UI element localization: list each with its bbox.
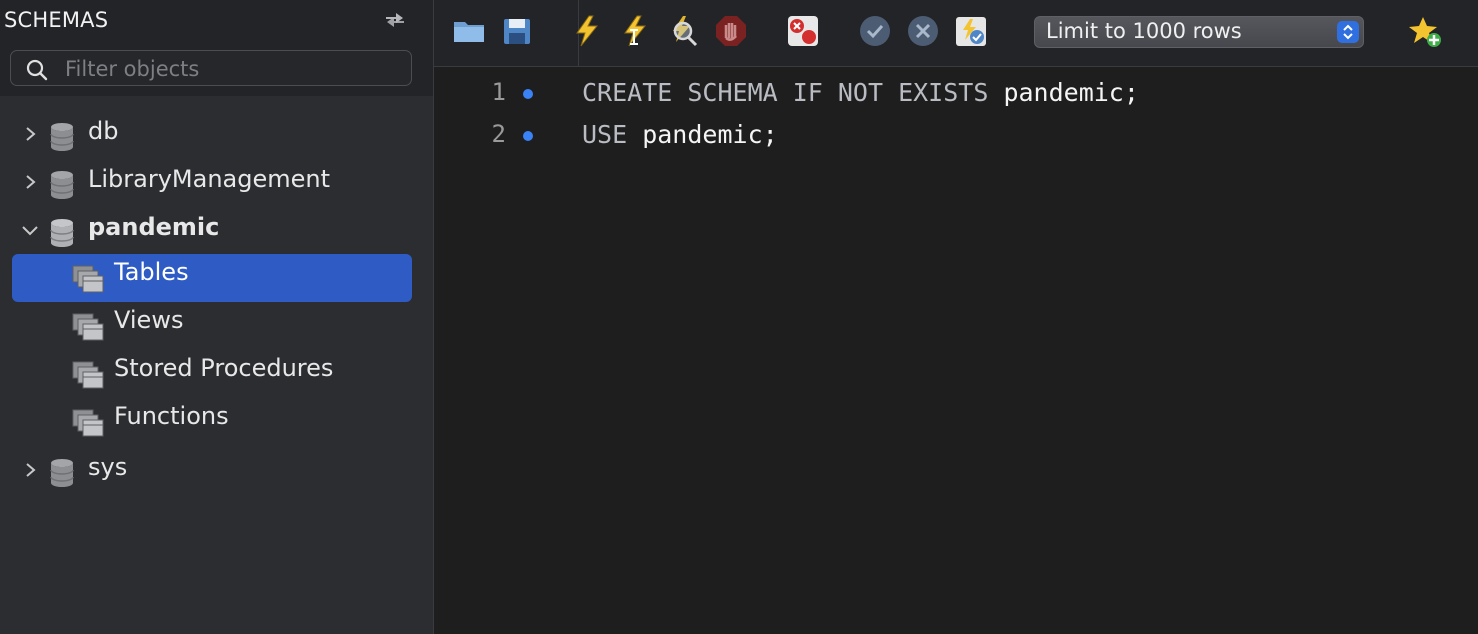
database-icon [50, 123, 74, 151]
sidebar-header: SCHEMAS [0, 0, 433, 96]
tree-item-label: Tables [114, 258, 189, 286]
select-arrows-icon [1337, 21, 1359, 43]
stop-icon[interactable] [714, 14, 748, 48]
commit-icon[interactable] [858, 14, 892, 48]
tree-item-functions[interactable]: Functions [0, 398, 433, 446]
schema-label: LibraryManagement [88, 165, 331, 193]
filter-objects-input[interactable] [63, 53, 407, 85]
schema-label: db [88, 117, 119, 145]
line-number: 2 [491, 120, 506, 148]
code-text: USE pandemic; [582, 120, 778, 149]
chevron-right-icon[interactable] [20, 172, 40, 192]
database-icon [50, 459, 74, 487]
views-folder-icon [72, 313, 104, 341]
tree-item-stored-procedures[interactable]: Stored Procedures [0, 350, 433, 398]
limit-rows-select[interactable]: Limit to 1000 rows [1034, 16, 1364, 48]
limit-rows-value: Limit to 1000 rows [1046, 19, 1242, 43]
explain-icon[interactable] [666, 14, 700, 48]
execute-icon[interactable] [570, 14, 604, 48]
sql-editor-toolbar: Limit to 1000 rows [434, 0, 1478, 67]
schema-item-sys[interactable]: sys [0, 446, 433, 494]
schema-label: pandemic [88, 213, 220, 241]
tree-item-label: Stored Procedures [114, 354, 334, 382]
tables-folder-icon [72, 265, 104, 293]
sql-editor[interactable]: 1 CREATE SCHEMA IF NOT EXISTS pandemic; … [434, 67, 1478, 634]
rollback-icon[interactable] [906, 14, 940, 48]
schema-sidebar: SCHEMAS db [0, 0, 434, 634]
save-icon[interactable] [500, 14, 534, 48]
autocommit-icon[interactable] [954, 14, 988, 48]
chevron-right-icon[interactable] [20, 460, 40, 480]
code-text: CREATE SCHEMA IF NOT EXISTS pandemic; [582, 78, 1139, 107]
sidebar-title: SCHEMAS [4, 8, 109, 32]
chevron-right-icon[interactable] [20, 124, 40, 144]
sql-identifier: pandemic; [627, 120, 778, 149]
database-icon [50, 171, 74, 199]
code-line[interactable]: 2 USE pandemic; [434, 114, 1478, 156]
schema-item-db[interactable]: db [0, 110, 433, 158]
statement-marker-icon [523, 131, 533, 141]
refresh-icon[interactable] [382, 8, 408, 32]
schema-label: sys [88, 453, 128, 481]
execute-current-icon[interactable] [618, 14, 652, 48]
sql-identifier: pandemic; [988, 78, 1139, 107]
schema-item-librarymanagement[interactable]: LibraryManagement [0, 158, 433, 206]
tree-item-views[interactable]: Views [0, 302, 433, 350]
schema-tree: db LibraryManagement pandemic Tables Vie… [0, 110, 433, 494]
search-icon [26, 59, 48, 81]
sql-keyword: CREATE SCHEMA IF NOT EXISTS [582, 78, 989, 107]
sql-keyword: USE [582, 120, 628, 149]
code-line[interactable]: 1 CREATE SCHEMA IF NOT EXISTS pandemic; [434, 72, 1478, 114]
functions-folder-icon [72, 409, 104, 437]
add-snippet-icon[interactable] [1408, 14, 1442, 48]
tree-item-tables[interactable]: Tables [0, 254, 433, 302]
line-number: 1 [491, 78, 506, 106]
tree-item-label: Views [114, 306, 184, 334]
database-icon [50, 219, 74, 247]
statement-marker-icon [523, 89, 533, 99]
tree-item-label: Functions [114, 402, 229, 430]
filter-objects-field[interactable] [10, 50, 412, 86]
chevron-down-icon[interactable] [20, 220, 40, 240]
stored-procedures-folder-icon [72, 361, 104, 389]
schema-item-pandemic[interactable]: pandemic [0, 206, 433, 254]
toggle-error-stop-icon[interactable] [786, 14, 820, 48]
open-folder-icon[interactable] [452, 14, 486, 48]
